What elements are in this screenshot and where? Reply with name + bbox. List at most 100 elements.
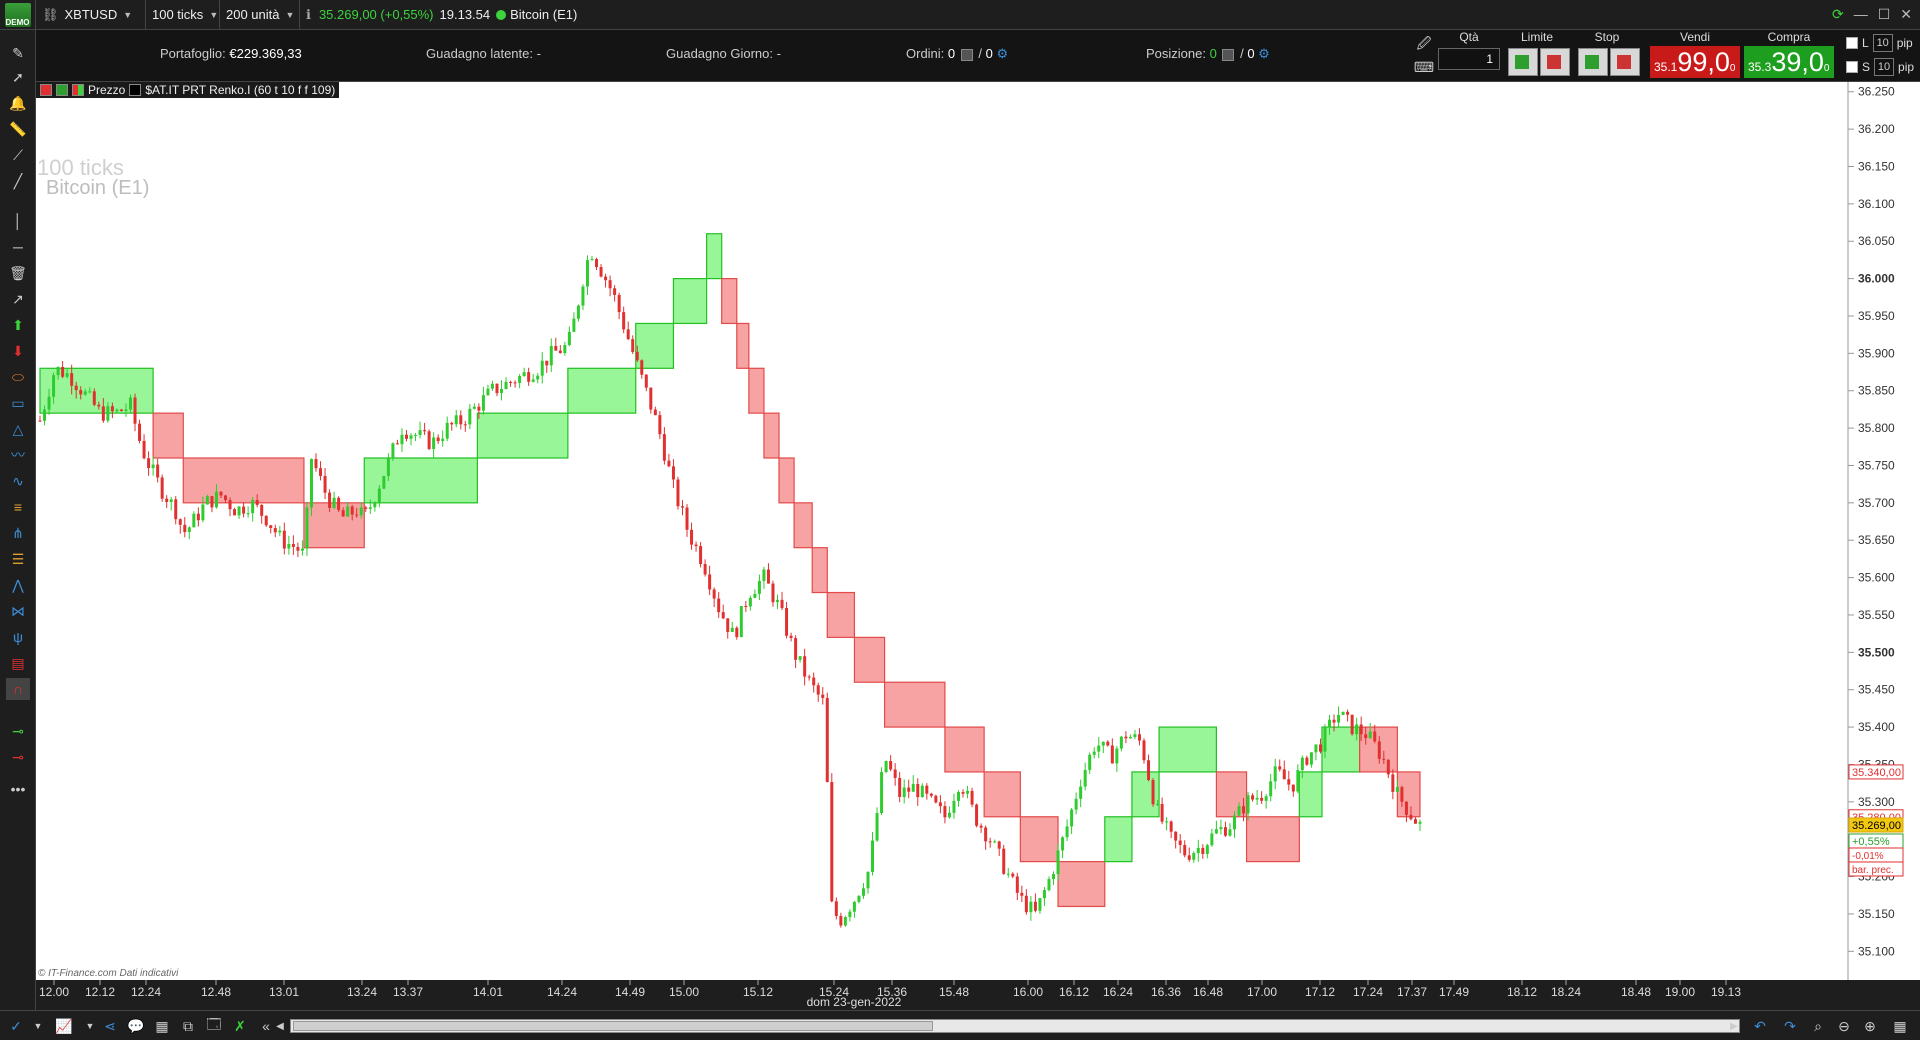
ruler-icon[interactable]: 📏 bbox=[6, 118, 30, 140]
line-icon[interactable]: ╱ bbox=[6, 170, 30, 192]
close-position-icon[interactable] bbox=[1222, 48, 1235, 61]
candle-up bbox=[214, 491, 218, 508]
close-icon[interactable]: ✕ bbox=[1900, 6, 1912, 23]
scroll-right-icon[interactable]: ▶ bbox=[1724, 1017, 1744, 1035]
indicator-menu-icon[interactable]: ✓ bbox=[6, 1017, 26, 1035]
share-icon[interactable]: ⋖ bbox=[100, 1017, 120, 1035]
pitchfork-icon[interactable]: ψ bbox=[6, 626, 30, 648]
alarm-icon[interactable]: 🔔 bbox=[6, 92, 30, 114]
candle-up bbox=[445, 422, 449, 439]
grid-icon[interactable]: ▦ bbox=[1890, 1017, 1910, 1035]
gear-icon[interactable]: ⚙ bbox=[1258, 46, 1270, 61]
keyboard-icon[interactable]: ⌨ bbox=[1412, 56, 1436, 78]
segment-icon[interactable]: ⟋ bbox=[6, 144, 30, 166]
scrollbar-thumb[interactable] bbox=[293, 1021, 933, 1031]
buy-stop-button[interactable] bbox=[1578, 48, 1608, 76]
zoom-out-icon[interactable]: ⊖ bbox=[1834, 1017, 1854, 1035]
comment-icon[interactable]: 💬 bbox=[126, 1017, 146, 1035]
horizontal-scrollbar[interactable] bbox=[290, 1019, 1740, 1033]
pointer-icon[interactable]: ➚ bbox=[6, 66, 30, 88]
sell-order-line-icon[interactable]: ⊸ bbox=[6, 746, 30, 768]
wave-icon[interactable]: ∿ bbox=[6, 470, 30, 492]
pencil-icon[interactable]: ✎ bbox=[6, 42, 30, 64]
up-arrow-icon[interactable]: ⬆ bbox=[6, 314, 30, 336]
vertical-line-icon[interactable]: │ bbox=[6, 210, 30, 232]
symbol-selector[interactable]: ⛓ XBTUSD ▼ bbox=[36, 0, 146, 30]
candle-up bbox=[1119, 736, 1123, 749]
quantity-input[interactable]: 1 bbox=[1438, 48, 1500, 70]
stop-checkbox[interactable] bbox=[1846, 61, 1858, 73]
limit-checkbox[interactable] bbox=[1846, 37, 1858, 49]
expand-chart-icon[interactable] bbox=[56, 84, 68, 96]
sell-market-button[interactable]: 35.1 99,0 0 bbox=[1650, 46, 1740, 78]
price-series-icon bbox=[72, 84, 84, 96]
sell-limit-button[interactable] bbox=[1540, 48, 1570, 76]
candle-up bbox=[956, 792, 960, 801]
fibonacci-icon[interactable]: ≡ bbox=[6, 496, 30, 518]
magnet-icon[interactable]: ∩ bbox=[6, 678, 30, 700]
fib-time-icon[interactable]: ☰ bbox=[6, 548, 30, 570]
buy-limit-button[interactable] bbox=[1508, 48, 1538, 76]
units-selector[interactable]: 200 unità ▼ bbox=[220, 0, 300, 30]
close-chart-icon[interactable] bbox=[40, 84, 52, 96]
change-tag-label: bar. prec. bbox=[1852, 865, 1894, 876]
table-icon[interactable]: ▦ bbox=[152, 1017, 172, 1035]
more-tools-icon[interactable]: ••• bbox=[6, 778, 30, 800]
candle-down bbox=[785, 608, 789, 636]
refresh-icon[interactable]: ⟳ bbox=[1832, 6, 1844, 23]
candle-up bbox=[1355, 724, 1359, 735]
price-chart[interactable]: 36.250 36.200 36.150 36.100 36.050 36.000 35.9… bbox=[36, 82, 1920, 1010]
redo-icon[interactable]: ↷ bbox=[1780, 1017, 1800, 1035]
candle-up bbox=[748, 597, 752, 607]
export-icon[interactable]: ⧉ bbox=[178, 1017, 198, 1035]
chart-area[interactable]: 36.250 36.200 36.150 36.100 36.050 36.000 35.9… bbox=[36, 82, 1920, 1010]
zoom-in-icon[interactable]: ⊕ bbox=[1860, 1017, 1880, 1035]
ellipse-icon[interactable]: ⬭ bbox=[6, 366, 30, 388]
excel-icon[interactable]: ✗ bbox=[230, 1017, 250, 1035]
stop-pip-input[interactable]: 10 bbox=[1874, 58, 1895, 76]
candle-down bbox=[296, 546, 300, 551]
legend-indicator-label[interactable]: $AT.IT PRT Renko.I (60 t 10 f f 109) bbox=[145, 83, 335, 97]
buy-order-line-icon[interactable]: ⊸ bbox=[6, 720, 30, 742]
limit-pip-input[interactable]: 10 bbox=[1872, 34, 1893, 52]
x-tick-label: 12.48 bbox=[201, 985, 231, 999]
trash-icon[interactable]: 🗑 bbox=[6, 262, 30, 284]
window-icon[interactable]: 🗔 bbox=[204, 1016, 224, 1035]
minimize-icon[interactable]: — bbox=[1854, 6, 1868, 23]
x-tick-label: 16.00 bbox=[1013, 985, 1043, 999]
interval-selector[interactable]: 100 ticks ▼ bbox=[146, 0, 220, 30]
zigzag-icon[interactable]: 〰 bbox=[6, 444, 30, 466]
cancel-orders-icon[interactable] bbox=[960, 48, 973, 61]
down-arrow-icon[interactable]: ⬇ bbox=[6, 340, 30, 362]
chevron-down-icon[interactable]: ▼ bbox=[80, 1017, 100, 1035]
arrow-icon[interactable]: ↗ bbox=[6, 288, 30, 310]
undo-icon[interactable]: ↶ bbox=[1750, 1017, 1770, 1035]
chart-type-icon[interactable]: 📈 bbox=[54, 1017, 74, 1035]
candle-up bbox=[309, 459, 313, 508]
scroll-left-icon[interactable]: ◀ bbox=[270, 1017, 290, 1035]
candle-down bbox=[970, 790, 974, 805]
order-settings-icon[interactable]: 🖉 bbox=[1412, 34, 1436, 56]
x-tick-label: 16.24 bbox=[1103, 985, 1133, 999]
candle-down bbox=[649, 387, 653, 410]
buy-market-button[interactable]: 35.3 39,0 0 bbox=[1744, 46, 1834, 78]
demo-logo[interactable]: DEMO bbox=[0, 0, 36, 30]
triangle-icon[interactable]: △ bbox=[6, 418, 30, 440]
candle-down bbox=[423, 430, 427, 432]
x-tick-label: 14.49 bbox=[615, 985, 645, 999]
horizontal-line-icon[interactable]: ─ bbox=[6, 236, 30, 258]
chevron-down-icon[interactable]: ▼ bbox=[28, 1017, 48, 1035]
fib-fan-icon[interactable]: ⋔ bbox=[6, 522, 30, 544]
rectangle-icon[interactable]: ▭ bbox=[6, 392, 30, 414]
channel-icon[interactable]: ▤ bbox=[6, 652, 30, 674]
gear-icon[interactable]: ⚙ bbox=[996, 46, 1008, 61]
info-icon[interactable]: ℹ bbox=[306, 7, 311, 23]
legend-price-label[interactable]: Prezzo bbox=[88, 83, 125, 97]
gann-icon[interactable]: ⋈ bbox=[6, 600, 30, 622]
sell-stop-button[interactable] bbox=[1610, 48, 1640, 76]
zoom-fit-icon[interactable]: ⌕ bbox=[1808, 1017, 1828, 1035]
candle-up bbox=[1205, 845, 1209, 855]
maximize-icon[interactable]: ☐ bbox=[1878, 6, 1891, 23]
elliott-icon[interactable]: ⋀ bbox=[6, 574, 30, 596]
candle-down bbox=[816, 685, 820, 695]
